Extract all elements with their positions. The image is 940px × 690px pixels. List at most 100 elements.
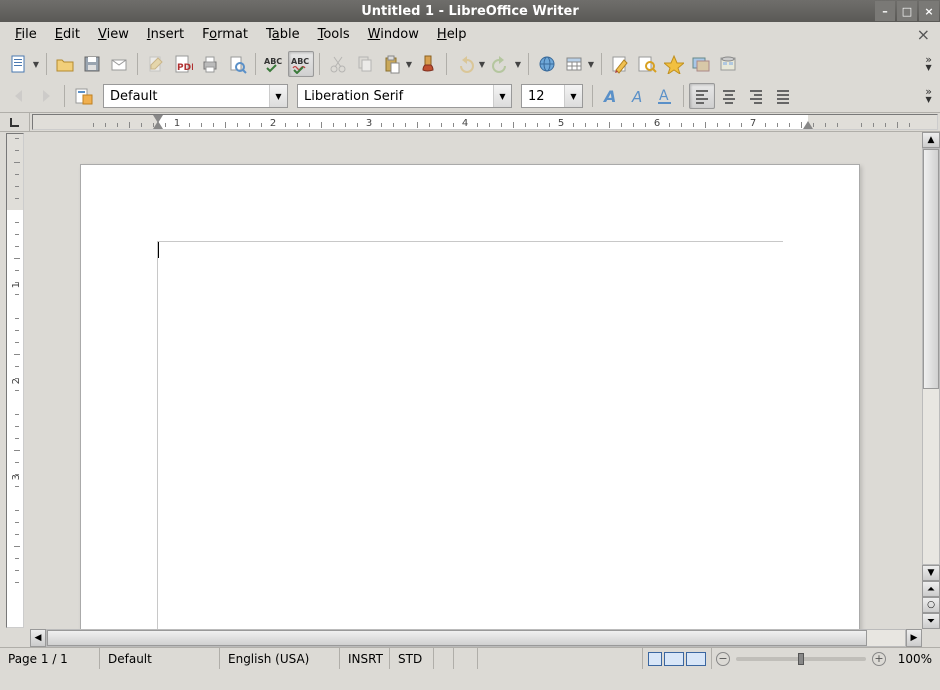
single-page-view-icon[interactable] <box>648 652 662 666</box>
gallery-button[interactable] <box>688 51 714 77</box>
menu-edit[interactable]: Edit <box>46 24 89 45</box>
nav-forward-button[interactable] <box>33 83 59 109</box>
window-titlebar: Untitled 1 - LibreOffice Writer – □ × <box>0 0 940 22</box>
page-preview-button[interactable] <box>224 51 250 77</box>
scroll-down-button[interactable]: ▼ <box>922 565 940 581</box>
status-signature[interactable] <box>454 648 478 669</box>
zoom-slider[interactable] <box>736 657 866 661</box>
align-justify-button[interactable] <box>770 83 796 109</box>
page[interactable] <box>80 164 860 629</box>
paste-button[interactable] <box>379 51 405 77</box>
text-body[interactable] <box>157 241 783 629</box>
vertical-ruler[interactable]: 123 <box>6 133 24 628</box>
chevron-down-icon[interactable]: ▼ <box>564 85 582 107</box>
menu-insert[interactable]: Insert <box>138 24 193 45</box>
next-page-button[interactable]: ⏷ <box>922 613 940 629</box>
open-button[interactable] <box>52 51 78 77</box>
prev-page-button[interactable]: ⏶ <box>922 581 940 597</box>
align-left-button[interactable] <box>689 83 715 109</box>
document-area[interactable] <box>30 132 922 629</box>
status-selection-mode[interactable]: STD <box>390 648 434 669</box>
new-document-dropdown[interactable]: ▼ <box>31 51 41 77</box>
align-center-button[interactable] <box>716 83 742 109</box>
minimize-button[interactable]: – <box>875 1 895 21</box>
show-draw-functions-button[interactable] <box>607 51 633 77</box>
save-button[interactable] <box>79 51 105 77</box>
new-document-button[interactable] <box>6 51 32 77</box>
vscroll-track[interactable] <box>922 148 940 565</box>
scroll-left-button[interactable]: ◀ <box>30 629 46 647</box>
close-document-icon[interactable]: × <box>913 25 934 44</box>
scroll-right-button[interactable]: ▶ <box>906 629 922 647</box>
left-indent-marker[interactable] <box>153 121 163 129</box>
redo-dropdown[interactable]: ▼ <box>513 51 523 77</box>
vertical-scrollbar[interactable]: ▲ ▼ ⏶ ○ ⏷ <box>922 132 940 629</box>
status-page-style[interactable]: Default <box>100 648 220 669</box>
status-language[interactable]: English (USA) <box>220 648 340 669</box>
paste-dropdown[interactable]: ▼ <box>404 51 414 77</box>
maximize-button[interactable]: □ <box>897 1 917 21</box>
export-pdf-button[interactable]: PDF <box>170 51 196 77</box>
zoom-in-button[interactable]: + <box>872 652 886 666</box>
zoom-slider-thumb[interactable] <box>798 653 804 665</box>
menu-window[interactable]: Window <box>359 24 428 45</box>
formatting-overflow-button[interactable]: »▼ <box>923 88 934 104</box>
ruler-row: 1234567 <box>0 112 940 132</box>
nav-back-button[interactable] <box>6 83 32 109</box>
format-paintbrush-button[interactable] <box>415 51 441 77</box>
multi-page-view-icon[interactable] <box>664 652 684 666</box>
status-spacer <box>478 648 643 669</box>
vscroll-thumb[interactable] <box>923 149 939 389</box>
italic-button[interactable]: A <box>625 83 651 109</box>
hyperlink-button[interactable] <box>534 51 560 77</box>
hscroll-thumb[interactable] <box>47 630 867 646</box>
book-view-icon[interactable] <box>686 652 706 666</box>
font-size-combo[interactable]: 12 ▼ <box>521 84 583 108</box>
svg-text:PDF: PDF <box>177 63 193 73</box>
close-button[interactable]: × <box>919 1 939 21</box>
cut-button[interactable] <box>325 51 351 77</box>
align-right-button[interactable] <box>743 83 769 109</box>
insert-table-dropdown[interactable]: ▼ <box>586 51 596 77</box>
data-sources-button[interactable] <box>715 51 741 77</box>
toolbar-overflow-button[interactable]: »▼ <box>923 56 934 72</box>
chevron-down-icon[interactable]: ▼ <box>493 85 511 107</box>
horizontal-scrollbar[interactable]: ◀ ▶ <box>0 629 940 647</box>
menu-tools[interactable]: Tools <box>309 24 359 45</box>
navigator-button[interactable] <box>661 51 687 77</box>
spellcheck-button[interactable]: ABC <box>261 51 287 77</box>
status-insert-mode[interactable]: INSRT <box>340 648 390 669</box>
paragraph-style-combo[interactable]: Default ▼ <box>103 84 288 108</box>
hscroll-track[interactable] <box>46 629 906 647</box>
horizontal-ruler[interactable]: 1234567 <box>32 114 938 130</box>
undo-button[interactable] <box>452 51 478 77</box>
undo-dropdown[interactable]: ▼ <box>477 51 487 77</box>
find-replace-button[interactable] <box>634 51 660 77</box>
styles-button[interactable] <box>70 83 96 109</box>
insert-table-button[interactable] <box>561 51 587 77</box>
navigation-button[interactable]: ○ <box>922 597 940 613</box>
bold-button[interactable]: A <box>598 83 624 109</box>
svg-text:A: A <box>602 87 616 106</box>
print-button[interactable] <box>197 51 223 77</box>
edit-file-button[interactable] <box>143 51 169 77</box>
scroll-up-button[interactable]: ▲ <box>922 132 940 148</box>
menu-file[interactable]: File <box>6 24 46 45</box>
email-button[interactable] <box>106 51 132 77</box>
zoom-percent[interactable]: 100% <box>890 648 940 669</box>
auto-spellcheck-button[interactable]: ABC <box>288 51 314 77</box>
chevron-down-icon[interactable]: ▼ <box>269 85 287 107</box>
copy-button[interactable] <box>352 51 378 77</box>
svg-text:ABC: ABC <box>291 57 309 66</box>
menu-view[interactable]: View <box>89 24 138 45</box>
menu-format[interactable]: Format <box>193 24 257 45</box>
redo-button[interactable] <box>488 51 514 77</box>
menu-table[interactable]: Table <box>257 24 309 45</box>
zoom-out-button[interactable]: − <box>716 652 730 666</box>
right-indent-marker[interactable] <box>803 121 813 129</box>
font-name-combo[interactable]: Liberation Serif ▼ <box>297 84 512 108</box>
status-page[interactable]: Page 1 / 1 <box>0 648 100 669</box>
underline-button[interactable]: A <box>652 83 678 109</box>
tab-stop-selector[interactable] <box>0 113 30 131</box>
menu-help[interactable]: Help <box>428 24 476 45</box>
